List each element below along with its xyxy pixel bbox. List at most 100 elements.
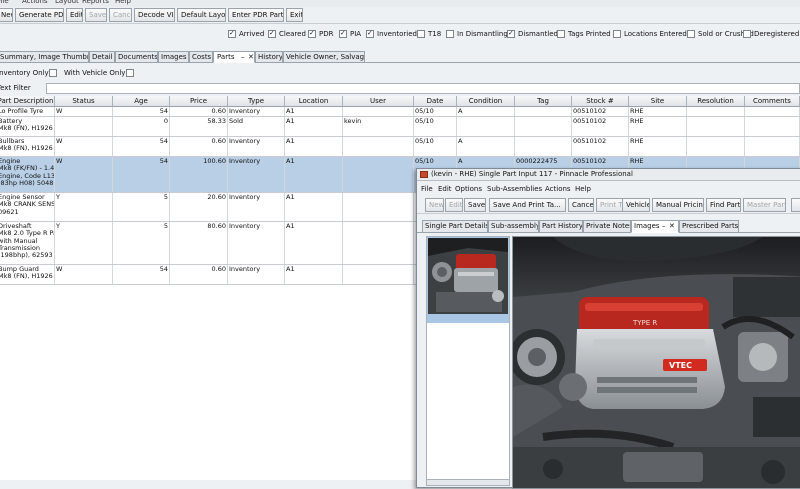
filter-locations-entered-checkbox[interactable]: [613, 30, 621, 38]
filter-pdr-checkbox[interactable]: [308, 29, 316, 38]
cell-status: W: [55, 265, 113, 284]
menu-layout[interactable]: Layout: [55, 0, 79, 5]
filter-inventoried-checkbox[interactable]: [366, 29, 374, 38]
popup-overflow-button[interactable]: [791, 198, 800, 212]
filter-t18-checkbox[interactable]: [417, 30, 425, 38]
cell-user: [343, 137, 414, 156]
filter-t18-label: T18: [428, 30, 442, 38]
popup-save-button[interactable]: Save: [464, 198, 486, 212]
cell-age: 5: [113, 193, 170, 221]
table-row[interactable]: Lo Profile Tyre W 54 0.60 Inventory A1 05/10 A 0…: [0, 107, 800, 117]
cell-user: [343, 193, 414, 221]
filter-deregistered-checkbox[interactable]: [743, 30, 751, 38]
tab-vehicle-owner-salvage[interactable]: Vehicle Owner, Salvage: [283, 51, 365, 63]
popup-save-and-print-ta-button[interactable]: Save And Print Ta...: [489, 198, 566, 212]
column-header-type[interactable]: Type: [228, 96, 285, 107]
tab-parts[interactable]: Parts – ✕: [213, 51, 255, 63]
cell-comments: [745, 117, 800, 136]
popup-cancel-button[interactable]: Cancel: [568, 198, 594, 212]
popup-menu-actions[interactable]: Actions: [545, 185, 571, 193]
enter-pdr-parts-button[interactable]: Enter PDR Parts: [228, 8, 284, 22]
popup-toolbar: New Edit Save Save And Print Ta... Cancel Pri…: [417, 197, 800, 214]
column-header-age[interactable]: Age: [113, 96, 170, 107]
popup-tab-single-part-details[interactable]: Single Part Details: [422, 220, 488, 233]
column-header-condition[interactable]: Condition: [457, 96, 515, 107]
tab-minimize-icon[interactable]: –: [662, 221, 666, 231]
popup-menu-help[interactable]: Help: [575, 185, 591, 193]
filter-dismantled-checkbox[interactable]: [507, 29, 515, 38]
tab-minimize-icon[interactable]: –: [241, 52, 245, 62]
popup-tabs: Single Part Details Sub-assembly Part Hist…: [417, 220, 800, 233]
cell-resolution: [687, 137, 745, 156]
cell-type: Inventory: [228, 193, 285, 221]
tab-close-icon[interactable]: ✕: [248, 52, 254, 62]
filter-cleared-checkbox[interactable]: [268, 29, 276, 38]
menu-reports[interactable]: Reports: [82, 0, 109, 5]
type-r-badge: TYPE R: [632, 319, 657, 327]
column-header-tag[interactable]: Tag: [515, 96, 572, 107]
cell-location: A1: [285, 117, 343, 136]
cell-part-description: Bump Guard Mk8 (FN), H1926: [0, 265, 55, 284]
column-header-status[interactable]: Status: [55, 96, 113, 107]
engine-thumbnail-image: [428, 238, 508, 314]
popup-menu-sub-assemblies[interactable]: Sub-Assemblies: [487, 185, 542, 193]
cell-part-description: Lo Profile Tyre: [0, 107, 55, 116]
popup-tab-prescribed-parts[interactable]: Prescribed Parts: [679, 220, 739, 233]
cell-resolution: [687, 117, 745, 136]
tab-detail[interactable]: Detail: [89, 51, 115, 63]
menu-help[interactable]: Help: [115, 0, 131, 5]
text-filter-input[interactable]: [46, 83, 800, 94]
popup-tab-private-notes[interactable]: Private Notes: [583, 220, 631, 233]
inventory-only-checkbox[interactable]: [49, 69, 57, 77]
cell-price: 80.60: [170, 222, 228, 264]
column-header-user[interactable]: User: [343, 96, 414, 107]
new-button[interactable]: New: [0, 8, 13, 22]
filter-sold-or-crushed-checkbox[interactable]: [687, 30, 695, 38]
tab-summary-image-thumbnails[interactable]: Summary, Image Thumbnails: [0, 51, 89, 63]
default-layout-button[interactable]: Default Layout: [177, 8, 226, 22]
thumbnail-selected[interactable]: [427, 237, 509, 323]
tab-costs[interactable]: Costs: [189, 51, 213, 63]
column-header-stock[interactable]: Stock #: [572, 96, 629, 107]
with-vehicle-only-checkbox[interactable]: [126, 69, 134, 77]
popup-manual-pricing-button[interactable]: Manual Pricing: [652, 198, 704, 212]
menu-file[interactable]: File: [0, 0, 9, 5]
table-row[interactable]: Battery Mk8 (FN), H1926 058.33SoldA1kevin…: [0, 117, 800, 137]
popup-menu-options[interactable]: Options: [455, 185, 482, 193]
exit-button[interactable]: Exit: [286, 8, 303, 22]
tab-documents[interactable]: Documents: [115, 51, 158, 63]
table-row[interactable]: Bullbars Mk8 (FN), H1926W540.60Inventory…: [0, 137, 800, 157]
column-header-resolution[interactable]: Resolution: [687, 96, 745, 107]
popup-vehicle-button[interactable]: Vehicle: [622, 198, 650, 212]
filter-tags-printed-checkbox[interactable]: [557, 30, 565, 38]
tab-history[interactable]: History: [255, 51, 283, 63]
tab-close-icon[interactable]: ✕: [669, 221, 675, 231]
popup-title-bar: (kevin - RHE) Single Part Input 117 - Pi…: [417, 169, 800, 181]
filter-in-dismantling-checkbox[interactable]: [446, 30, 454, 38]
edit-button[interactable]: Edit: [66, 8, 83, 22]
decode-vin-button[interactable]: Decode VIN: [134, 8, 175, 22]
column-header-date[interactable]: Date: [414, 96, 457, 107]
cell-price: 100.60: [170, 157, 228, 192]
column-header-site[interactable]: Site: [629, 96, 687, 107]
column-header-location[interactable]: Location: [285, 96, 343, 107]
filter-arrived-checkbox[interactable]: [228, 29, 236, 38]
popup-title: (kevin - RHE) Single Part Input 117 - Pi…: [431, 170, 633, 178]
popup-tab-images[interactable]: Images – ✕: [631, 220, 679, 233]
filter-pia-checkbox[interactable]: [339, 29, 347, 38]
popup-menu-file[interactable]: File: [421, 185, 433, 193]
tab-images[interactable]: Images: [158, 51, 189, 63]
column-header-comments[interactable]: Comments: [745, 96, 800, 107]
column-header-part-description[interactable]: Part Description: [0, 96, 55, 107]
with-vehicle-only-label: With Vehicle Only: [64, 69, 126, 77]
cell-tag: [515, 137, 572, 156]
tab-label: Parts: [217, 53, 235, 61]
popup-tab-sub-assembly[interactable]: Sub-assembly: [488, 220, 539, 233]
menu-actions[interactable]: Actions: [22, 0, 48, 5]
engine-bay-image: TYPE R VTEC: [513, 237, 800, 488]
popup-menu-edit[interactable]: Edit: [438, 185, 452, 193]
column-header-price[interactable]: Price: [170, 96, 228, 107]
popup-find-parts-button[interactable]: Find Parts: [706, 198, 741, 212]
popup-tab-part-history[interactable]: Part History: [539, 220, 583, 233]
generate-pdr-button[interactable]: Generate PDR: [15, 8, 64, 22]
